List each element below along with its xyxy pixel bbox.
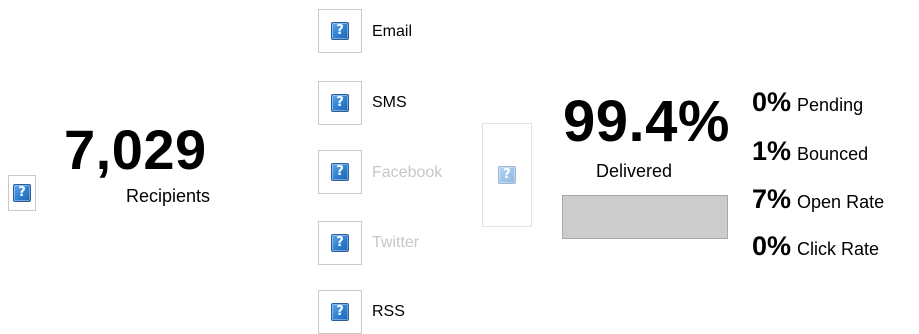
question-mark-icon: ?: [331, 303, 349, 321]
delivered-progress-fill: [563, 196, 727, 238]
delivered-progress-bar: [562, 195, 728, 239]
channel-label-rss[interactable]: RSS: [372, 302, 405, 322]
channel-label-twitter[interactable]: Twitter: [372, 233, 419, 253]
email-channel-icon[interactable]: ?: [318, 9, 362, 53]
stat-open-rate-percent: 7%: [752, 184, 792, 214]
facebook-channel-icon[interactable]: ?: [318, 150, 362, 194]
stat-bounced-percent: 1%: [752, 136, 792, 166]
twitter-channel-icon[interactable]: ?: [318, 221, 362, 265]
question-mark-icon: ?: [331, 22, 349, 40]
delivered-label: Delivered: [596, 161, 673, 181]
question-mark-icon: ?: [331, 163, 349, 181]
stat-click-rate: 0% Click Rate: [752, 232, 879, 265]
stat-pending-percent: 0%: [752, 87, 792, 117]
question-mark-icon: ?: [331, 94, 349, 112]
stat-open-rate-label: Open Rate: [797, 192, 885, 212]
stat-open-rate: 7% Open Rate: [752, 185, 884, 218]
channel-label-facebook[interactable]: Facebook: [372, 163, 442, 183]
stat-pending-label: Pending: [797, 95, 864, 115]
channel-label-email[interactable]: Email: [372, 22, 412, 42]
stat-pending: 0% Pending: [752, 88, 863, 121]
question-mark-icon: ?: [13, 184, 31, 202]
channel-label-sms[interactable]: SMS: [372, 93, 407, 113]
stat-bounced-label: Bounced: [797, 144, 869, 164]
stat-click-rate-percent: 0%: [752, 231, 792, 261]
rss-channel-icon[interactable]: ?: [318, 290, 362, 334]
sms-channel-icon[interactable]: ?: [318, 81, 362, 125]
question-mark-icon: ?: [498, 166, 516, 184]
recipients-count: 7,029: [64, 118, 207, 181]
question-mark-icon: ?: [331, 234, 349, 252]
stat-click-rate-label: Click Rate: [797, 239, 880, 259]
recipients-broken-image-icon: ?: [8, 175, 36, 211]
delivered-percent: 99.4%: [563, 89, 730, 154]
broken-image-icon: ?: [482, 123, 532, 227]
recipients-label: Recipients: [126, 186, 211, 206]
stat-bounced: 1% Bounced: [752, 137, 868, 170]
